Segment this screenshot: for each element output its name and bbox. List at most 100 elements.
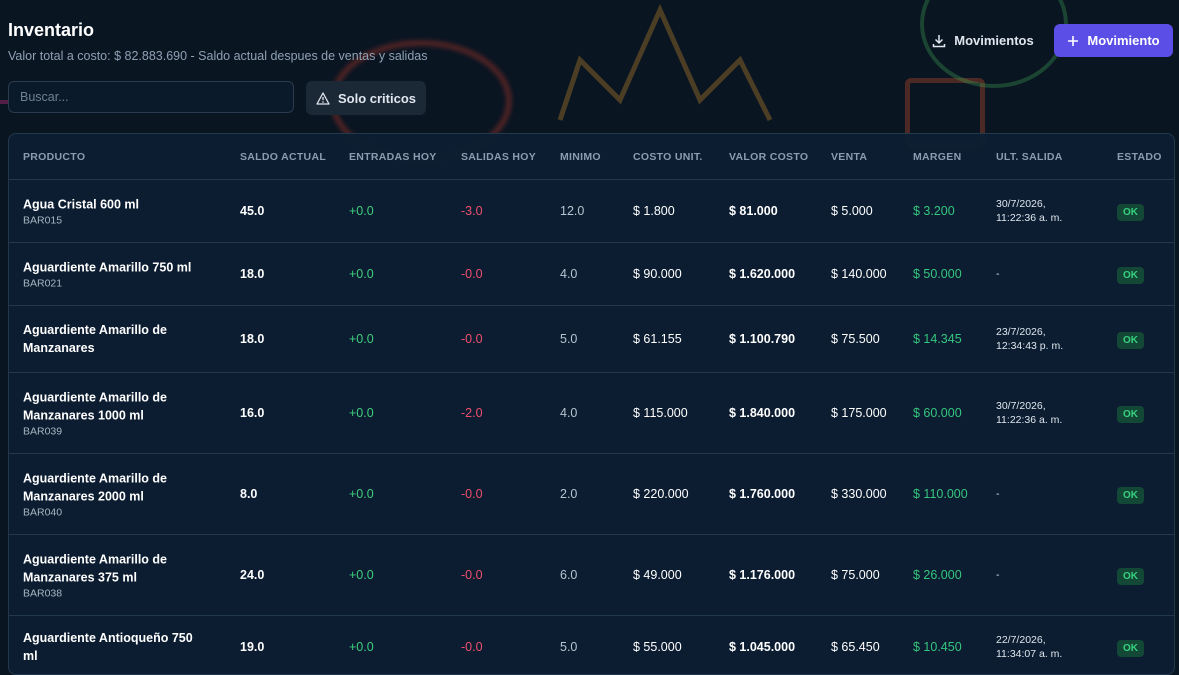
table-body: Agua Cristal 600 ml BAR015 45.0 +0.0 -3.0 12.… [9, 180, 1174, 674]
critical-only-button[interactable]: Solo criticos [306, 81, 426, 115]
status-badge: OK [1117, 487, 1144, 504]
cell-cost-value: $ 1.620.000 [729, 267, 796, 281]
cell-unit-cost: $ 61.155 [633, 332, 682, 346]
column-header-minimum[interactable]: MINIMO [560, 151, 601, 163]
status-badge: OK [1117, 406, 1144, 423]
cell-exits: -0.0 [461, 640, 483, 654]
table-row[interactable]: Aguardiente Antioqueño 750 ml 19.0 +0.0 -0.… [9, 616, 1174, 674]
cell-sale-price: $ 65.450 [831, 640, 880, 654]
cell-status: OK [1117, 204, 1144, 221]
product-code: BAR021 [23, 277, 63, 290]
status-badge: OK [1117, 204, 1144, 221]
inventory-table: PRODUCTO SALDO ACTUAL ENTRADAS HOY SALIDAS … [8, 133, 1175, 675]
cell-balance: 19.0 [240, 640, 265, 654]
cell-exits: -0.0 [461, 267, 483, 281]
product-name: Aguardiente Amarillo de Manzanares 2000 … [23, 471, 168, 504]
cell-minimum: 12.0 [560, 204, 585, 218]
warning-icon [316, 91, 330, 105]
movements-button[interactable]: Movimientos [921, 24, 1045, 57]
cell-cost-value: $ 1.840.000 [729, 406, 796, 420]
cell-balance: 8.0 [240, 487, 258, 501]
cell-minimum: 5.0 [560, 332, 578, 346]
cell-status: OK [1117, 406, 1144, 423]
table-row[interactable]: Aguardiente Amarillo 750 ml BAR021 18.0 +0.… [9, 243, 1174, 306]
cell-margin: $ 60.000 [913, 406, 962, 420]
plus-icon [1068, 35, 1079, 46]
status-badge: OK [1117, 640, 1144, 657]
product-code: BAR038 [23, 587, 63, 600]
cell-unit-cost: $ 115.000 [633, 406, 688, 420]
status-badge: OK [1117, 332, 1144, 349]
new-movement-button-label: Movimiento [1087, 33, 1160, 48]
cell-exits: -3.0 [461, 204, 483, 218]
search-input[interactable] [8, 81, 294, 113]
cell-balance: 18.0 [240, 332, 265, 346]
cell-minimum: 6.0 [560, 568, 578, 582]
cell-product: Agua Cristal 600 ml BAR015 [23, 196, 203, 227]
cell-balance: 16.0 [240, 406, 265, 420]
table-row[interactable]: Aguardiente Amarillo de Manzanares 18.0 +0… [9, 306, 1174, 373]
new-movement-button[interactable]: Movimiento [1054, 24, 1173, 57]
cell-product: Aguardiente Amarillo de Manzanares 2000 … [23, 470, 203, 519]
cell-sale-price: $ 5.000 [831, 204, 873, 218]
cell-sale-price: $ 75.500 [831, 332, 880, 346]
cell-unit-cost: $ 90.000 [633, 267, 682, 281]
column-header-cost-value[interactable]: VALOR COSTO [729, 151, 808, 163]
product-name: Aguardiente Amarillo de Manzanares 1000 … [23, 390, 168, 423]
column-header-margin[interactable]: MARGEN [913, 151, 961, 163]
table-header: PRODUCTO SALDO ACTUAL ENTRADAS HOY SALIDAS … [9, 134, 1174, 180]
column-header-exits[interactable]: SALIDAS HOY [461, 151, 536, 163]
column-header-last-exit[interactable]: ULT. SALIDA [996, 151, 1063, 163]
cell-product: Aguardiente Antioqueño 750 ml [23, 629, 203, 665]
product-name: Aguardiente Amarillo 750 ml [23, 260, 192, 275]
cell-sale-price: $ 140.000 [831, 267, 887, 281]
cell-balance: 24.0 [240, 568, 265, 582]
cell-sale-price: $ 330.000 [831, 487, 887, 501]
table-row[interactable]: Aguardiente Amarillo de Manzanares 2000 … [9, 454, 1174, 535]
cell-exits: -0.0 [461, 487, 483, 501]
column-header-sale-price[interactable]: VENTA [831, 151, 867, 163]
cell-sale-price: $ 175.000 [831, 406, 887, 420]
cell-last-exit: - [996, 488, 1000, 500]
cell-unit-cost: $ 1.800 [633, 204, 675, 218]
column-header-status[interactable]: ESTADO [1117, 151, 1162, 163]
cell-entries: +0.0 [349, 204, 374, 218]
column-header-unit-cost[interactable]: COSTO UNIT. [633, 151, 703, 163]
cell-margin: $ 50.000 [913, 267, 962, 281]
cell-entries: +0.0 [349, 568, 374, 582]
cell-status: OK [1117, 267, 1144, 284]
cell-last-exit: - [996, 569, 1000, 581]
cell-unit-cost: $ 55.000 [633, 640, 682, 654]
product-code: BAR039 [23, 425, 63, 438]
column-header-product[interactable]: PRODUCTO [23, 151, 85, 163]
cell-product: Aguardiente Amarillo 750 ml BAR021 [23, 259, 203, 290]
cell-last-exit: 30/7/2026, 11:22:36 a. m. [996, 198, 1063, 224]
cell-margin: $ 14.345 [913, 332, 962, 346]
column-header-balance[interactable]: SALDO ACTUAL [240, 151, 326, 163]
cell-product: Aguardiente Amarillo de Manzanares 1000 … [23, 389, 203, 438]
product-code: BAR015 [23, 214, 63, 227]
table-row[interactable]: Aguardiente Amarillo de Manzanares 1000 … [9, 373, 1174, 454]
cell-sale-price: $ 75.000 [831, 568, 880, 582]
cell-exits: -2.0 [461, 406, 483, 420]
page-subtitle: Valor total a costo: $ 82.883.690 - Sald… [8, 49, 428, 63]
cell-status: OK [1117, 332, 1144, 349]
column-header-entries[interactable]: ENTRADAS HOY [349, 151, 437, 163]
cell-cost-value: $ 1.100.790 [729, 332, 796, 346]
cell-unit-cost: $ 49.000 [633, 568, 682, 582]
critical-only-label: Solo criticos [337, 90, 417, 106]
cell-last-exit: 23/7/2026, 12:34:43 p. m. [996, 326, 1064, 352]
cell-minimum: 4.0 [560, 406, 578, 420]
cell-status: OK [1117, 568, 1144, 585]
cell-unit-cost: $ 220.000 [633, 487, 689, 501]
product-name: Aguardiente Amarillo de Manzanares 375 m… [23, 552, 168, 585]
cell-margin: $ 26.000 [913, 568, 962, 582]
cell-last-exit: 22/7/2026, 11:34:07 a. m. [996, 634, 1063, 660]
table-row[interactable]: Aguardiente Amarillo de Manzanares 375 m… [9, 535, 1174, 616]
cell-cost-value: $ 81.000 [729, 204, 778, 218]
cell-balance: 18.0 [240, 267, 265, 281]
cell-entries: +0.0 [349, 267, 374, 281]
cell-minimum: 4.0 [560, 267, 578, 281]
cell-cost-value: $ 1.760.000 [729, 487, 796, 501]
table-row[interactable]: Agua Cristal 600 ml BAR015 45.0 +0.0 -3.0 12.… [9, 180, 1174, 243]
